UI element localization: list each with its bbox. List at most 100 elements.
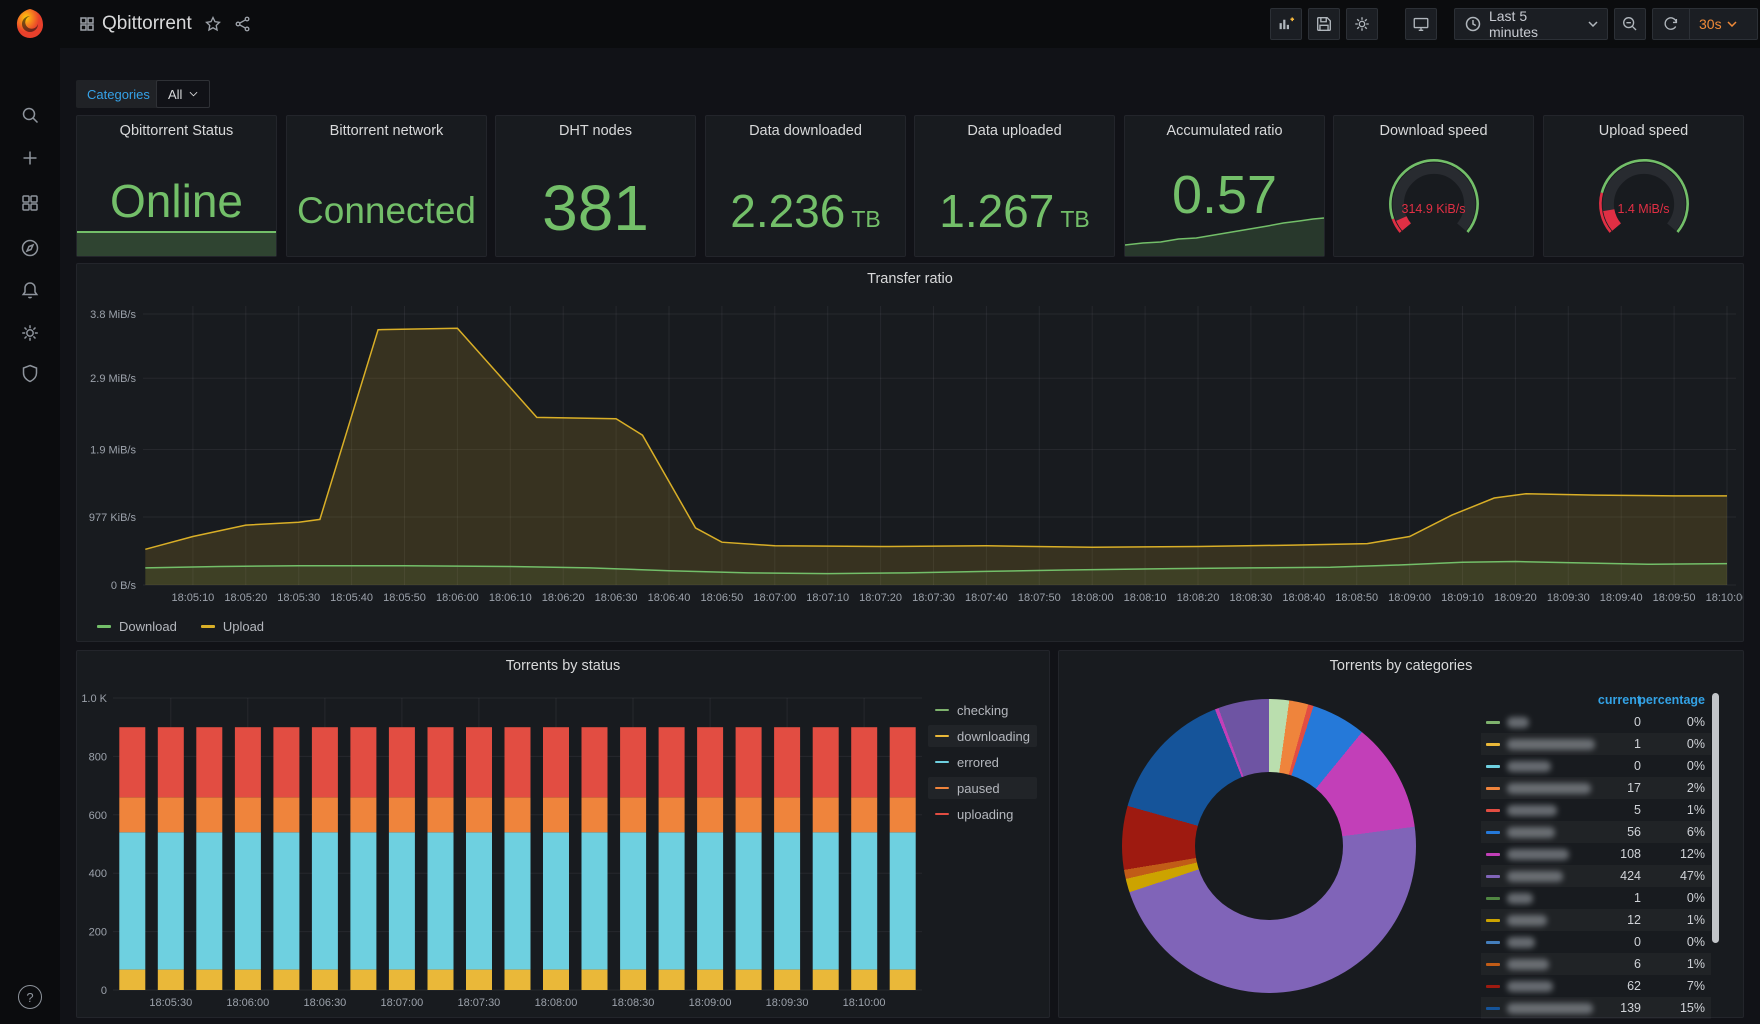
variable-label-categories[interactable]: Categories	[76, 80, 161, 108]
tv-mode-button[interactable]	[1405, 8, 1437, 40]
star-icon[interactable]	[204, 15, 222, 33]
alerting-bell-icon[interactable]	[20, 280, 40, 300]
blurred-category-label	[1507, 826, 1555, 838]
category-legend-row[interactable]: 1 0%	[1481, 733, 1711, 755]
bar-segment-uploading	[851, 727, 878, 798]
category-legend-row[interactable]: 1 0%	[1481, 887, 1711, 909]
bar-segment-paused	[466, 797, 492, 833]
y-tick-label: 600	[89, 810, 107, 822]
explore-compass-icon[interactable]	[20, 238, 40, 258]
blurred-category-label	[1507, 914, 1547, 926]
help-icon[interactable]: ?	[18, 985, 42, 1009]
bar-segment-downloading	[388, 969, 415, 990]
panel-accumulated-ratio[interactable]: Accumulated ratio 0.57	[1124, 115, 1325, 257]
time-range-picker[interactable]: Last 5 minutes	[1454, 8, 1608, 40]
legend-item-downloading[interactable]: downloading	[928, 725, 1038, 747]
column-header-percentage[interactable]: percentage	[1638, 693, 1705, 707]
bar-segment-paused	[774, 797, 801, 833]
dashboard-grid-icon[interactable]	[79, 16, 95, 32]
bar-segment-uploading	[697, 727, 724, 798]
panel-torrents-by-status[interactable]: Torrents by status 18:05:30 18:06:00 18:06…	[76, 650, 1050, 1018]
search-icon[interactable]	[20, 105, 40, 125]
grafana-logo[interactable]	[13, 7, 47, 41]
category-legend-row[interactable]: 108 12%	[1481, 843, 1711, 865]
legend-swatch	[935, 734, 949, 738]
panel-data-uploaded[interactable]: Data uploaded 1.267 TB	[914, 115, 1115, 257]
gauge-value: 314.9 KiB/s	[1401, 202, 1466, 216]
panel-data-downloaded[interactable]: Data downloaded 2.236 TB	[705, 115, 906, 257]
category-legend-row[interactable]: 56 6%	[1481, 821, 1711, 843]
category-legend-row[interactable]: 5 1%	[1481, 799, 1711, 821]
panel-upload-speed[interactable]: Upload speed 1.4 MiB/s	[1543, 115, 1744, 257]
scrollbar-thumb[interactable]	[1712, 693, 1719, 943]
legend-item-upload[interactable]: Upload	[200, 619, 264, 634]
bar-segment-downloading	[504, 969, 531, 990]
panel-title: Data uploaded	[967, 123, 1062, 139]
add-panel-button[interactable]	[1270, 8, 1302, 40]
category-legend-row[interactable]: 139 15%	[1481, 997, 1711, 1019]
stat-value: 1.267 TB	[939, 185, 1090, 237]
button-divider	[1689, 9, 1690, 39]
donut-hole	[1195, 772, 1343, 920]
panel-dht-nodes[interactable]: DHT nodes 381	[495, 115, 696, 257]
bar-segment-paused	[851, 797, 878, 833]
dashboards-icon[interactable]	[20, 193, 40, 213]
panel-qbittorrent-status[interactable]: Qbittorrent Status Online	[76, 115, 277, 257]
x-tick-label: 18:05:50	[383, 592, 426, 604]
variable-value-dropdown[interactable]: All	[156, 80, 211, 108]
category-legend-row[interactable]: 12 1%	[1481, 909, 1711, 931]
server-admin-shield-icon[interactable]	[20, 363, 40, 383]
bar-segment-paused	[812, 797, 839, 833]
bar-segment-uploading	[620, 727, 647, 798]
legend-item-paused[interactable]: paused	[928, 777, 1038, 799]
time-range-label: Last 5 minutes	[1488, 8, 1539, 40]
bar-segment-errored	[774, 832, 801, 970]
add-panel-icon	[1279, 17, 1295, 30]
create-plus-icon[interactable]	[20, 148, 40, 168]
legend-swatch	[1486, 984, 1500, 988]
refresh-picker[interactable]: 30s	[1652, 8, 1758, 40]
category-legend-row[interactable]: 62 7%	[1481, 975, 1711, 997]
category-legend-row[interactable]: 0 0%	[1481, 931, 1711, 953]
dashboard-settings-button[interactable]	[1346, 8, 1378, 40]
x-tick-label: 18:06:00	[436, 592, 479, 604]
bar-segment-errored	[697, 832, 724, 970]
save-dashboard-button[interactable]	[1308, 8, 1340, 40]
legend-item-download[interactable]: Download	[97, 619, 177, 634]
category-legend-row[interactable]: 17 2%	[1481, 777, 1711, 799]
table-scrollbar[interactable]	[1712, 691, 1719, 1013]
legend-swatch	[1486, 940, 1500, 944]
y-tick-label: 0 B/s	[111, 580, 137, 592]
panel-transfer-ratio[interactable]: Transfer ratio 18:05:10 18:05:20 18:05:30 1…	[76, 263, 1744, 642]
legend-swatch	[1486, 874, 1500, 878]
legend-swatch	[1486, 896, 1500, 900]
panel-download-speed[interactable]: Download speed 314.9 KiB/s	[1333, 115, 1534, 257]
monitor-icon	[1413, 17, 1429, 31]
legend-item-checking[interactable]: checking	[928, 699, 1037, 721]
zoom-out-icon	[1623, 17, 1637, 31]
y-tick-label: 3.8 MiB/s	[90, 309, 136, 321]
panel-bittorrent-network[interactable]: Bittorrent network Connected	[286, 115, 487, 257]
panel-torrents-by-categories[interactable]: Torrents by categories current percentag…	[1058, 650, 1744, 1018]
configuration-gear-icon[interactable]	[20, 323, 40, 343]
x-tick-label: 18:08:30	[612, 997, 655, 1009]
share-icon[interactable]	[234, 15, 252, 33]
bar-segment-errored	[581, 832, 608, 970]
x-tick-label: 18:07:10	[806, 592, 849, 604]
column-header-current[interactable]: current	[1598, 693, 1641, 707]
legend-item-uploading[interactable]: uploading	[928, 803, 1037, 825]
category-legend-row[interactable]: 0 0%	[1481, 711, 1711, 733]
legend-item-errored[interactable]: errored	[928, 751, 1037, 773]
bar-segment-paused	[504, 797, 531, 833]
cell-current: 62	[1627, 979, 1641, 993]
cell-percentage: 15%	[1679, 1001, 1705, 1015]
category-legend-row[interactable]: 6 1%	[1481, 953, 1711, 975]
legend-swatch	[1486, 830, 1500, 834]
x-tick-label: 18:06:40	[648, 592, 691, 604]
x-tick-label: 18:06:30	[595, 592, 638, 604]
category-legend-row[interactable]: 424 47%	[1481, 865, 1711, 887]
zoom-out-button[interactable]	[1614, 8, 1646, 40]
category-legend-row[interactable]: 0 0%	[1481, 755, 1711, 777]
blurred-category-label	[1507, 738, 1595, 750]
blurred-category-label	[1507, 804, 1557, 816]
